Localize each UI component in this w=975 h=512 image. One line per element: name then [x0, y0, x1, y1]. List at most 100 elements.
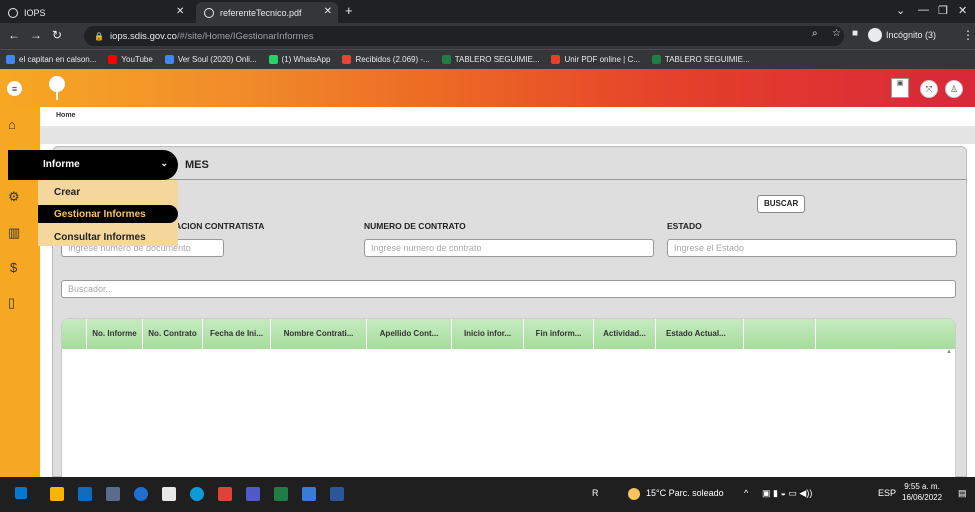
close-window-icon[interactable]: ✕ [958, 4, 967, 17]
notification-icon[interactable]: ▤ [958, 488, 967, 499]
buscar-button[interactable]: BUSCAR [757, 195, 806, 213]
chevron-up-icon[interactable]: ^ [744, 488, 748, 498]
bookmark-item[interactable]: Unir PDF online | C... [551, 55, 640, 64]
col-inicio-informe[interactable]: Inicio infor... [452, 319, 524, 349]
windows-start-icon[interactable] [15, 487, 27, 499]
incognito-indicator[interactable]: Incógnito (3) [868, 28, 936, 42]
document-icon[interactable] [162, 487, 176, 501]
bookmark-item[interactable]: TABLERO SEGUIMIE... [441, 55, 539, 64]
bookmark-item[interactable]: el capitan en calson... [6, 55, 96, 64]
estado-input[interactable]: Ingrese el Estado [667, 239, 957, 257]
chevron-down-icon[interactable]: ⌄ [160, 148, 168, 178]
filter-label-contratista: ACION CONTRATISTA [175, 221, 265, 231]
chart-icon[interactable]: ▥ [8, 225, 20, 241]
excel-icon[interactable] [274, 487, 288, 501]
bookmark-icon [268, 55, 278, 64]
gear-icon[interactable]: ⚙ [8, 189, 20, 205]
bookmark-item[interactable]: YouTube [108, 55, 153, 64]
user-icon[interactable]: ♙ [945, 80, 963, 98]
bookmark-icon [651, 55, 661, 64]
lang-indicator[interactable]: ESP [878, 488, 896, 498]
bookmark-label: TABLERO SEGUIMIE... [664, 55, 750, 64]
home-icon[interactable]: ⌂ [8, 117, 16, 132]
url-field[interactable]: 🔒 iops.sdis.gov.co /#/site/Home/IGestion… [84, 26, 844, 46]
menu-item-consultar[interactable]: Consultar Informes [54, 232, 146, 243]
dollar-icon[interactable]: $ [10, 260, 17, 275]
col-estado[interactable]: Estado Actual... [656, 319, 744, 349]
scroll-up-icon[interactable]: ▲ [946, 349, 952, 355]
divider [53, 179, 966, 180]
breadcrumb[interactable]: Home [56, 112, 75, 119]
word-icon[interactable] [330, 487, 344, 501]
close-tab-icon[interactable]: ✕ [324, 6, 332, 17]
col-fin-informe[interactable]: Fin inform... [524, 319, 594, 349]
sidepanel-icon[interactable]: ■ [852, 28, 858, 39]
col-nombre[interactable]: Nombre Contrati... [271, 319, 367, 349]
menu-item-crear[interactable]: Crear [54, 187, 80, 198]
new-tab-icon[interactable]: + [345, 3, 353, 18]
minimize-icon[interactable]: — [918, 4, 929, 16]
col-apellido[interactable]: Apellido Cont... [367, 319, 452, 349]
bookmark-item[interactable]: Recibidos (2.069) -... [342, 55, 430, 64]
file-explorer-icon[interactable] [50, 487, 64, 501]
edge-new-icon[interactable] [190, 487, 204, 501]
mail-icon[interactable] [78, 487, 92, 501]
close-tab-icon[interactable]: ✕ [176, 6, 184, 17]
expand-icon[interactable]: ⤧ [920, 80, 938, 98]
pen-icon[interactable]: R [592, 488, 599, 498]
menu-item-gestionar[interactable]: Gestionar Informes [54, 209, 146, 220]
contrato-input[interactable]: Ingrese numero de contrato [364, 239, 654, 257]
col-actividad[interactable]: Actividad... [594, 319, 656, 349]
tab-iops[interactable]: IOPS [8, 2, 226, 23]
zoom-icon[interactable]: ⌕ [812, 28, 818, 39]
bookmark-label: Recibidos (2.069) -... [355, 55, 430, 64]
search-input[interactable]: Buscador... [61, 280, 956, 298]
informes-panel: MES BUSCAR ACION CONTRATISTA NUMERO DE C… [52, 146, 967, 478]
reload-icon[interactable]: ↻ [52, 28, 62, 42]
header-band [40, 126, 975, 144]
table-header: No. Informe No. Contrato Fecha de Ini...… [62, 319, 955, 349]
bookmark-label: el capitan en calson... [19, 55, 97, 64]
menu-dots-icon[interactable]: ⋮ [962, 28, 974, 42]
forward-icon[interactable]: → [30, 28, 42, 42]
tab-referente[interactable]: referenteTecnico.pdf ✕ [196, 2, 338, 23]
weather-icon[interactable] [628, 488, 640, 500]
table-header-spacer [816, 319, 955, 349]
bogota-seal-icon: ▣ [891, 78, 909, 98]
store-icon[interactable] [302, 487, 316, 501]
taskbar: R 15°C Parc. soleado ^ ▣ ▮ ◒ ▭ ◀)) ESP 9… [0, 477, 975, 512]
bookmark-item[interactable]: (1) WhatsApp [268, 55, 330, 64]
bookmark-icon [441, 55, 451, 64]
bookmark-item[interactable]: TABLERO SEGUIMIE... [651, 55, 750, 64]
chevron-down-icon[interactable]: ⌄ [896, 4, 905, 17]
panel-title: MES [185, 159, 209, 171]
chrome-icon[interactable] [218, 487, 232, 501]
teams-icon[interactable] [246, 487, 260, 501]
col-no-contrato[interactable]: No. Contrato [143, 319, 203, 349]
url-path: /#/site/Home/IGestionarInformes [176, 30, 314, 42]
table-header-spacer [62, 319, 87, 349]
clock[interactable]: 9:55 a. m. 16/06/2022 [902, 481, 942, 503]
col-fecha-inicio[interactable]: Fecha de Ini... [203, 319, 271, 349]
clock-time: 9:55 a. m. [904, 482, 940, 491]
edge-icon[interactable] [134, 487, 148, 501]
star-icon[interactable]: ☆ [832, 28, 841, 39]
browser-tab-bar: IOPS referenteTecnico.pdf ✕ ✕ + ⌄ — ❐ ✕ [0, 0, 975, 23]
lock-icon: 🔒 [94, 31, 104, 41]
weather-text[interactable]: 15°C Parc. soleado [646, 488, 724, 498]
bookmark-item[interactable]: Ver Soul (2020) Onli... [164, 55, 257, 64]
hamburger-icon[interactable]: ≡ [7, 81, 22, 96]
col-no-informe[interactable]: No. Informe [87, 319, 143, 349]
back-icon[interactable]: ← [8, 28, 20, 42]
contacts-icon[interactable] [106, 487, 120, 501]
informes-table: No. Informe No. Contrato Fecha de Ini...… [61, 318, 956, 478]
book-icon[interactable]: ▯ [8, 295, 15, 311]
url-host: iops.sdis.gov.co [109, 30, 177, 42]
tray-icons[interactable]: ▣ ▮ ◒ ▭ ◀)) [762, 488, 812, 499]
address-bar-row: ← → ↻ 🔒 iops.sdis.gov.co /#/site/Home/IG… [0, 23, 975, 49]
menu-header-label: Informe [43, 159, 80, 170]
restore-icon[interactable]: ❐ [938, 4, 948, 17]
menu-header[interactable]: Informe ⌄ [8, 150, 178, 180]
bookmarks-bar: el capitan en calson... YouTube Ver Soul (… [0, 49, 975, 69]
incognito-icon [868, 28, 882, 42]
